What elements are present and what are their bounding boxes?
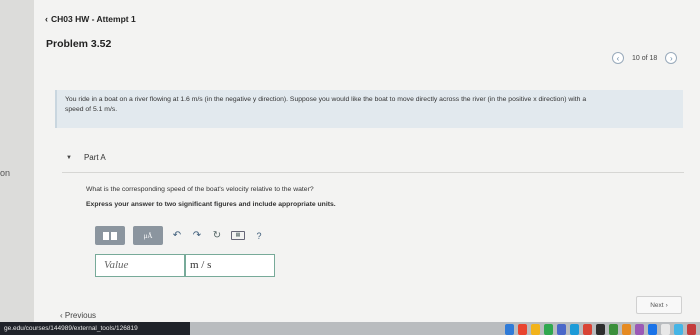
dock-app-icon[interactable]	[687, 324, 696, 335]
dock-app-icon[interactable]	[544, 324, 553, 335]
answer-toolbar: μÅ ↶ ↷ ↻ ▦ ?	[95, 226, 265, 245]
part-a-header[interactable]: ▼ Part A	[66, 153, 106, 162]
dock-app-icon[interactable]	[596, 324, 605, 335]
next-button[interactable]: Next ›	[636, 296, 682, 314]
value-input[interactable]: Value	[95, 254, 185, 277]
dock-app-icon[interactable]	[583, 324, 592, 335]
breadcrumb[interactable]: ‹ CH03 HW - Attempt 1	[45, 14, 136, 24]
templates-button[interactable]	[95, 226, 125, 245]
dock-app-icon[interactable]	[674, 324, 683, 335]
left-gutter: on	[0, 0, 34, 322]
dock-app-icon[interactable]	[635, 324, 644, 335]
dock-app-icon[interactable]	[505, 324, 514, 335]
dock-app-icon[interactable]	[609, 324, 618, 335]
caret-down-icon[interactable]: ▼	[66, 155, 72, 161]
templates-icon	[103, 231, 109, 240]
chevron-left-icon: ‹	[60, 311, 63, 320]
answer-row: Value m / s	[95, 254, 275, 277]
instruction-text: Express your answer to two significant f…	[86, 201, 336, 208]
dock-app-icon[interactable]	[622, 324, 631, 335]
previous-link[interactable]: ‹ Previous	[60, 311, 96, 320]
dock-app-icon[interactable]	[557, 324, 566, 335]
dock-app-icon[interactable]	[531, 324, 540, 335]
problem-text-line1: You ride in a boat on a river flowing at…	[65, 96, 587, 103]
divider	[62, 172, 684, 173]
chevron-right-icon: ›	[665, 301, 668, 309]
chevron-left-icon: ‹	[45, 14, 48, 24]
dock-app-icon[interactable]	[570, 324, 579, 335]
chevron-right-icon[interactable]: ›	[665, 52, 678, 64]
help-button[interactable]: ?	[253, 231, 265, 241]
dock-app-icon[interactable]	[661, 324, 670, 335]
question-text: What is the corresponding speed of the b…	[86, 186, 314, 193]
pager: ‹ 10 of 18 ›	[612, 52, 678, 64]
keyboard-icon[interactable]: ▦	[231, 231, 245, 240]
problem-statement: You ride in a boat on a river flowing at…	[55, 90, 683, 128]
dock-app-icon[interactable]	[518, 324, 527, 335]
pager-label: 10 of 18	[632, 54, 658, 62]
reset-icon[interactable]: ↻	[211, 230, 223, 241]
previous-label: Previous	[64, 311, 97, 320]
units-input[interactable]: m / s	[185, 254, 275, 277]
dock-app-icon[interactable]	[648, 324, 657, 335]
redo-icon[interactable]: ↷	[191, 230, 203, 241]
gutter-text: on	[0, 168, 11, 178]
part-label: Part A	[83, 153, 106, 162]
undo-icon[interactable]: ↶	[171, 230, 183, 241]
problem-text-line2: speed of 5.1 m/s.	[65, 106, 118, 113]
next-label: Next	[650, 301, 664, 309]
templates-icon	[111, 231, 117, 240]
breadcrumb-label[interactable]: CH03 HW - Attempt 1	[51, 14, 136, 24]
symbols-button[interactable]: μÅ	[133, 226, 163, 245]
page-title: Problem 3.52	[46, 38, 112, 50]
chevron-left-icon[interactable]: ‹	[612, 52, 624, 64]
status-bar-url: ge.edu/courses/144989/external_tools/126…	[0, 322, 190, 335]
